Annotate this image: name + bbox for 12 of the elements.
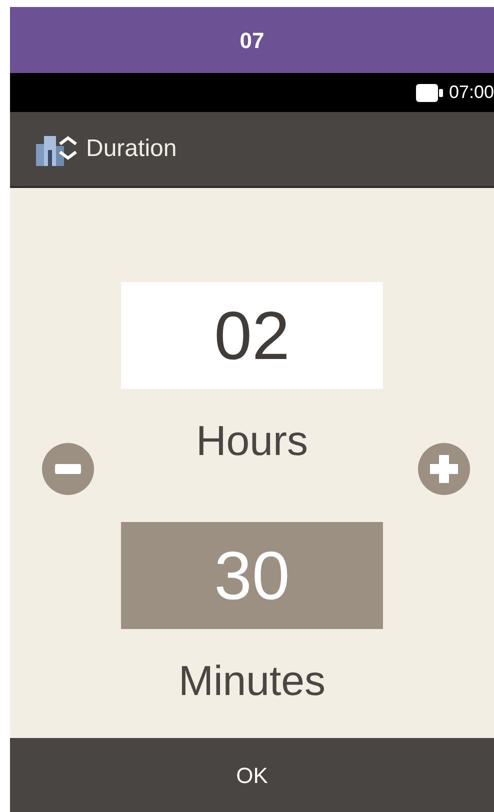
status-time: 07:00 <box>448 81 494 104</box>
plus-icon <box>430 455 458 483</box>
plus-button[interactable] <box>418 443 470 495</box>
header-title: Duration <box>86 134 177 164</box>
field-label: Hours <box>196 416 308 466</box>
ok-button[interactable]: OK <box>10 738 494 812</box>
battery-icon <box>414 82 445 102</box>
value-field[interactable]: 02 <box>121 282 383 389</box>
banner-title: 07 <box>240 26 264 54</box>
field-label: Minutes <box>178 656 326 706</box>
minus-button[interactable] <box>42 443 94 495</box>
minus-icon <box>55 464 81 474</box>
